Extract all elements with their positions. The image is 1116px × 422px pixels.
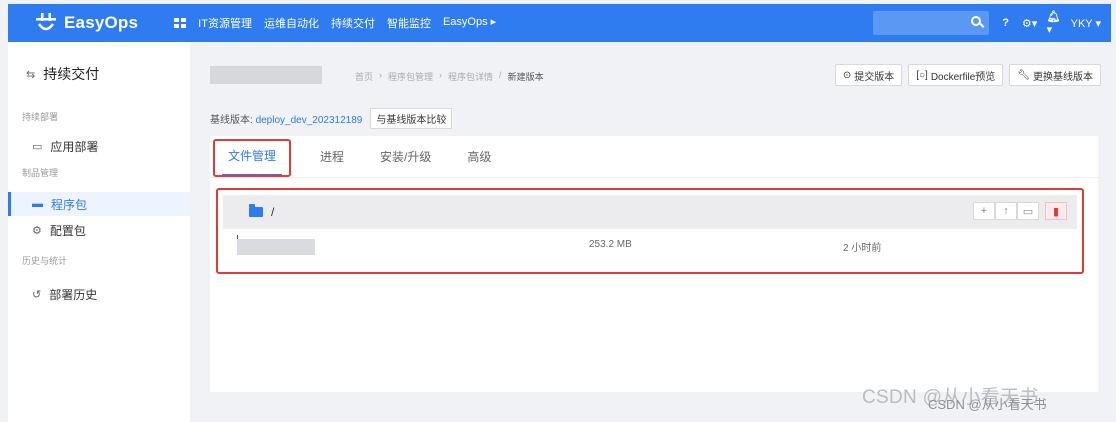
add-icon[interactable]: + [973,202,995,220]
global-search-input[interactable] [872,11,989,35]
file-size: 253.2 MB [589,239,632,250]
app-name: EasyOps [64,13,139,32]
current-path: / [271,205,275,219]
wrench-icon: 🔧︎ [1017,69,1030,81]
delete-icon[interactable]: ▮ [1045,202,1067,220]
breadcrumb: 首页 › 程序包管理 › 程序包详情 / 新建版本 [355,70,544,83]
apps-grid-icon[interactable] [174,18,187,28]
breadcrumb-separator: / [499,70,502,80]
nav-item-easyops-label: EasyOps [442,16,488,28]
dockerfile-preview-label: Dockerfile预览 [930,71,996,83]
breadcrumb-package-mgmt[interactable]: 程序包管理 [388,70,433,83]
file-manager-toolbar: / + ↑ ▭ ▮ [223,195,1077,229]
app-logo[interactable]: EasyOps [34,12,138,34]
breadcrumb-separator: › [439,70,443,80]
sidebar-item-package[interactable]: ▬ 程序包 [8,192,190,216]
file-manager-panel: / + ↑ ▭ ▮ 253.2 MB 2 小时前 [216,188,1084,274]
replace-baseline-button[interactable]: 🔧︎ 更换基线版本 [1009,64,1101,86]
dockerfile-preview-button[interactable]: [○] Dockerfile预览 [908,64,1004,86]
highlight-box-tab [213,139,291,177]
sidebar-item-label: 部署历史 [49,287,98,302]
search-icon[interactable] [970,16,981,26]
sidebar-item-config-package[interactable]: ⚙ 配置包 [8,218,190,242]
page-title-redacted [210,66,322,84]
file-modified-time: 2 小时前 [843,243,882,254]
delivery-icon: ⇆ [26,68,36,81]
sidebar: ⇆ 持续交付 持续部署 ▭ 应用部署 制品管理 ▬ 程序包 ⚙ 配置包 历史与统… [8,42,190,422]
sidebar-title-text: 持续交付 [43,66,100,82]
version-tabs: 文件管理 进程 安装/升级 高级 [210,136,1098,178]
sidebar-item-app-deploy[interactable]: ▭ 应用部署 [8,134,190,158]
nav-item-it-resources[interactable]: IT资源管理 [198,15,252,31]
submit-version-label: 提交版本 [854,71,895,83]
preview-icon: [○] [916,69,928,81]
top-nav-menu: IT资源管理 运维自动化 持续交付 智能监控 EasyOps ▸ [198,15,496,31]
replace-baseline-label: 更换基线版本 [1033,71,1093,83]
config-icon: ⚙ [32,224,42,237]
tab-process[interactable]: 进程 [302,136,362,176]
breadcrumb-package-detail[interactable]: 程序包详情 [448,70,493,83]
logo-icon [36,13,56,31]
file-name-redacted[interactable] [237,239,315,255]
tab-install-upgrade[interactable]: 安装/升级 [362,136,449,176]
breadcrumb-home[interactable]: 首页 [355,70,373,83]
sidebar-group-deploy: 持续部署 [22,112,59,122]
compare-baseline-button[interactable]: 与基线版本比较 [370,108,453,129]
sidebar-title: ⇆ 持续交付 [26,64,99,84]
package-icon: ▬ [32,198,43,210]
sidebar-item-label: 程序包 [51,197,88,212]
monitor-icon: ▭ [32,140,43,153]
breadcrumb-separator: › [379,70,383,80]
upload-icon[interactable]: ↑ [995,202,1017,220]
sidebar-group-artifacts: 制品管理 [22,168,59,178]
nav-item-continuous-delivery[interactable]: 持续交付 [331,15,375,31]
file-row[interactable]: 253.2 MB 2 小时前 [223,229,1077,261]
baseline-info: 基线版本: deploy_dev_202312189 与基线版本比较 [210,108,453,129]
sidebar-group-history: 历史与统计 [22,256,68,266]
user-menu[interactable]: YKY ▾ [1071,17,1101,30]
upload-circle-icon: ⊙ [842,69,852,81]
file-tools: + ↑ ▭ ▮ [973,202,1067,220]
baseline-label: 基线版本: [210,115,253,126]
tab-advanced[interactable]: 高级 [449,136,509,176]
nav-item-ops-automation[interactable]: 运维自动化 [264,15,319,31]
nav-item-easyops[interactable]: EasyOps ▸ [443,15,496,31]
top-navbar: EasyOps IT资源管理 运维自动化 持续交付 智能监控 EasyOps ▸… [8,4,1111,42]
user-name: YKY [1070,17,1093,30]
sidebar-item-label: 应用部署 [50,139,99,154]
sidebar-item-deploy-history[interactable]: ↺ 部署历史 [8,282,190,306]
top-right-tools: ? ⚙▾ 🔔︎▾ YKY ▾ [872,11,1101,36]
version-editor-card: 文件管理 进程 安装/升级 高级 / + ↑ ▭ ▮ 253.2 MB 2 小时… [210,136,1098,392]
folder-open-icon [249,204,263,217]
notification-bell-icon[interactable]: 🔔︎▾ [1047,11,1061,36]
watermark-secondary: CSDN @从小看天书 [928,397,1047,412]
new-folder-icon[interactable]: ▭ [1017,202,1039,220]
nav-item-monitoring[interactable]: 智能监控 [387,15,431,31]
page-actions: ⊙ 提交版本 [○] Dockerfile预览 🔧︎ 更换基线版本 [834,64,1101,86]
history-icon: ↺ [32,288,42,301]
baseline-version-link[interactable]: deploy_dev_202312189 [256,115,363,126]
main-content: 首页 › 程序包管理 › 程序包详情 / 新建版本 ⊙ 提交版本 [○] Dockerfi… [190,42,1111,422]
help-icon[interactable]: ? [999,16,1013,30]
breadcrumb-current: 新建版本 [507,72,544,82]
submit-version-button[interactable]: ⊙ 提交版本 [834,64,903,86]
sidebar-item-label: 配置包 [49,223,86,238]
settings-gear-icon[interactable]: ⚙▾ [1022,16,1037,30]
